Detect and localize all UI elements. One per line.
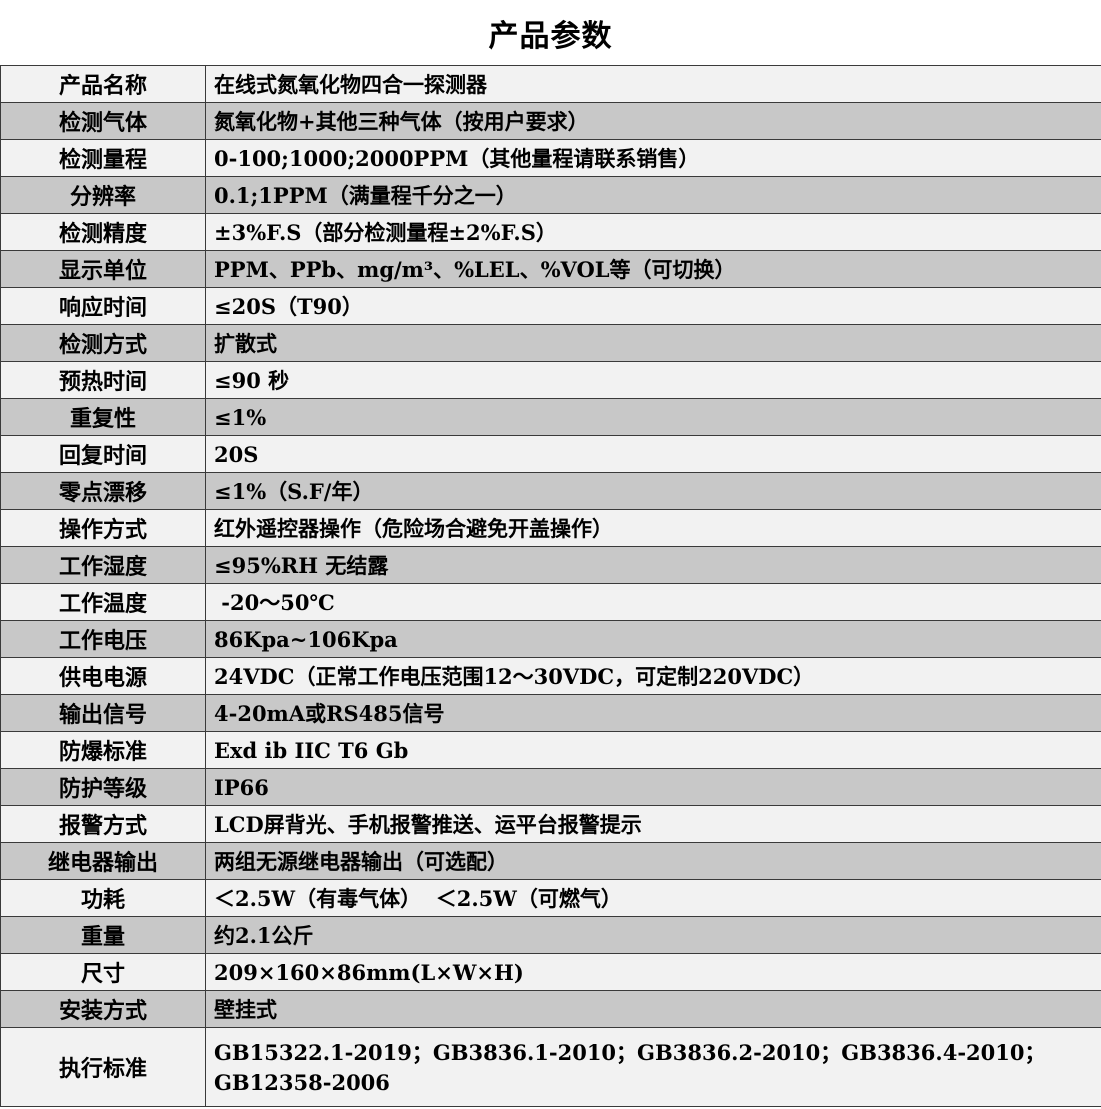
row-value: PPM、PPb、mg/m³、%LEL、%VOL等（可切换） [205, 250, 1101, 288]
table-row: 继电器输出 两组无源继电器输出（可选配） [0, 842, 1101, 880]
row-value: ≤20S（T90） [205, 287, 1101, 325]
row-value: -20～50℃ [205, 583, 1101, 621]
row-label: 显示单位 [0, 250, 206, 288]
row-label: 防护等级 [0, 768, 206, 806]
row-label: 重复性 [0, 398, 206, 436]
table-row: 功耗 ＜2.5W（有毒气体） ＜2.5W（可燃气） [0, 879, 1101, 917]
row-value: ≤90 秒 [205, 361, 1101, 399]
table-row: 重复性 ≤1% [0, 398, 1101, 436]
table-row: 操作方式 红外遥控器操作（危险场合避免开盖操作） [0, 509, 1101, 547]
row-value: 壁挂式 [205, 990, 1101, 1028]
row-value: 24VDC（正常工作电压范围12～30VDC，可定制220VDC） [205, 657, 1101, 695]
row-label: 分辨率 [0, 176, 206, 214]
row-value: ≤1%（S.F/年） [205, 472, 1101, 510]
table-row: 零点漂移 ≤1%（S.F/年） [0, 472, 1101, 510]
spec-table: 产品名称 在线式氮氧化物四合一探测器 检测气体 氮氧化物+其他三种气体（按用户要… [0, 65, 1101, 1107]
table-row: 供电电源 24VDC（正常工作电压范围12～30VDC，可定制220VDC） [0, 657, 1101, 695]
table-row: 预热时间 ≤90 秒 [0, 361, 1101, 399]
row-label: 操作方式 [0, 509, 206, 547]
table-row: 报警方式 LCD屏背光、手机报警推送、运平台报警提示 [0, 805, 1101, 843]
row-label: 功耗 [0, 879, 206, 917]
row-value: 20S [205, 435, 1101, 473]
row-value: ≤95%RH 无结露 [205, 546, 1101, 584]
row-value: LCD屏背光、手机报警推送、运平台报警提示 [205, 805, 1101, 843]
row-value: IP66 [205, 768, 1101, 806]
table-row: 产品名称 在线式氮氧化物四合一探测器 [0, 65, 1101, 103]
spec-table-body: 产品名称 在线式氮氧化物四合一探测器 检测气体 氮氧化物+其他三种气体（按用户要… [0, 65, 1101, 1107]
table-row: 尺寸 209×160×86mm(L×W×H) [0, 953, 1101, 991]
table-row: 工作电压 86Kpa~106Kpa [0, 620, 1101, 658]
row-value: 氮氧化物+其他三种气体（按用户要求） [205, 102, 1101, 140]
row-value: 约2.1公斤 [205, 916, 1101, 954]
row-label: 工作电压 [0, 620, 206, 658]
table-row: 检测量程 0-100;1000;2000PPM（其他量程请联系销售） [0, 139, 1101, 177]
row-value: 0-100;1000;2000PPM（其他量程请联系销售） [205, 139, 1101, 177]
row-label: 回复时间 [0, 435, 206, 473]
table-row: 显示单位 PPM、PPb、mg/m³、%LEL、%VOL等（可切换） [0, 250, 1101, 288]
row-label: 工作湿度 [0, 546, 206, 584]
table-row: 检测方式 扩散式 [0, 324, 1101, 362]
table-row: 防护等级 IP66 [0, 768, 1101, 806]
row-value: ＜2.5W（有毒气体） ＜2.5W（可燃气） [205, 879, 1101, 917]
row-label: 报警方式 [0, 805, 206, 843]
row-label: 检测气体 [0, 102, 206, 140]
row-value: 两组无源继电器输出（可选配） [205, 842, 1101, 880]
table-row: 响应时间 ≤20S（T90） [0, 287, 1101, 325]
row-label: 安装方式 [0, 990, 206, 1028]
table-row: 重量 约2.1公斤 [0, 916, 1101, 954]
row-value: 86Kpa~106Kpa [205, 620, 1101, 658]
row-value: 4-20mA或RS485信号 [205, 694, 1101, 732]
table-row: 防爆标准 Exd ib IIC T6 Gb [0, 731, 1101, 769]
row-label: 产品名称 [0, 65, 206, 103]
row-value: 0.1;1PPM（满量程千分之一） [205, 176, 1101, 214]
row-value: ≤1% [205, 398, 1101, 436]
row-label: 重量 [0, 916, 206, 954]
table-row: 工作湿度 ≤95%RH 无结露 [0, 546, 1101, 584]
row-value: ±3%F.S（部分检测量程±2%F.S） [205, 213, 1101, 251]
row-label: 输出信号 [0, 694, 206, 732]
row-label: 检测方式 [0, 324, 206, 362]
row-label: 检测精度 [0, 213, 206, 251]
row-label: 检测量程 [0, 139, 206, 177]
row-label: 尺寸 [0, 953, 206, 991]
table-row: 工作温度 -20～50℃ [0, 583, 1101, 621]
spec-sheet: 产品参数 产品名称 在线式氮氧化物四合一探测器 检测气体 氮氧化物+其他三种气体… [0, 0, 1101, 1109]
page-title: 产品参数 [0, 0, 1101, 65]
row-label: 预热时间 [0, 361, 206, 399]
row-value: 扩散式 [205, 324, 1101, 362]
table-row: 分辨率 0.1;1PPM（满量程千分之一） [0, 176, 1101, 214]
table-row: 回复时间 20S [0, 435, 1101, 473]
row-value: 在线式氮氧化物四合一探测器 [205, 65, 1101, 103]
table-row: 检测精度 ±3%F.S（部分检测量程±2%F.S） [0, 213, 1101, 251]
table-row: 检测气体 氮氧化物+其他三种气体（按用户要求） [0, 102, 1101, 140]
row-label: 防爆标准 [0, 731, 206, 769]
row-label: 响应时间 [0, 287, 206, 325]
row-label: 零点漂移 [0, 472, 206, 510]
row-value: Exd ib IIC T6 Gb [205, 731, 1101, 769]
table-row: 安装方式 壁挂式 [0, 990, 1101, 1028]
table-row: 输出信号 4-20mA或RS485信号 [0, 694, 1101, 732]
row-value: GB15322.1-2019；GB3836.1-2010；GB3836.2-20… [205, 1027, 1101, 1107]
row-label: 执行标准 [0, 1027, 206, 1107]
row-value: 209×160×86mm(L×W×H) [205, 953, 1101, 991]
row-label: 继电器输出 [0, 842, 206, 880]
row-value: 红外遥控器操作（危险场合避免开盖操作） [205, 509, 1101, 547]
row-label: 工作温度 [0, 583, 206, 621]
table-row: 执行标准 GB15322.1-2019；GB3836.1-2010；GB3836… [0, 1027, 1101, 1107]
row-label: 供电电源 [0, 657, 206, 695]
